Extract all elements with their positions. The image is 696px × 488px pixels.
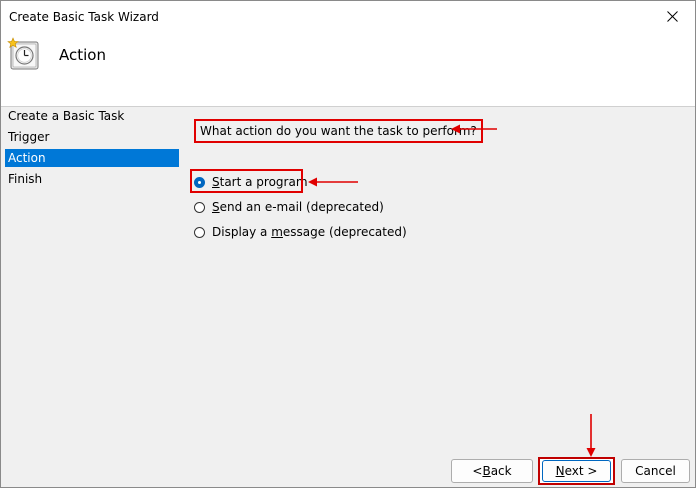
radio-send-email[interactable]: Send an e-mail (deprecated) (194, 197, 384, 217)
next-button[interactable]: Next > (542, 460, 611, 482)
radio-display-message[interactable]: Display a message (deprecated) (194, 222, 407, 242)
nav-item-create-basic-task[interactable]: Create a Basic Task (5, 107, 179, 125)
nav-item-finish[interactable]: Finish (5, 170, 179, 188)
arrow-left-icon (308, 177, 358, 187)
action-question: What action do you want the task to perf… (194, 119, 483, 143)
wizard-header: Action (1, 31, 695, 106)
radio-indicator[interactable] (194, 201, 205, 213)
page-title: Action (59, 46, 106, 64)
back-button[interactable]: < Back (451, 459, 533, 483)
radio-indicator[interactable] (194, 226, 205, 238)
wizard-window: Create Basic Task Wizard Action Create a… (0, 0, 696, 488)
highlight-start-program (190, 169, 303, 193)
title-bar: Create Basic Task Wizard (1, 1, 695, 31)
close-button[interactable] (649, 1, 695, 31)
arrow-down-icon (586, 414, 596, 457)
step-nav: Create a Basic Task Trigger Action Finis… (5, 107, 179, 188)
close-icon (666, 10, 678, 22)
cancel-button[interactable]: Cancel (621, 459, 690, 483)
window-title: Create Basic Task Wizard (9, 10, 159, 24)
next-button-highlight: Next > (538, 457, 615, 485)
clock-task-icon (7, 37, 39, 70)
radio-label-display-message: Display a message (deprecated) (212, 225, 407, 239)
arrow-left-icon (451, 124, 497, 134)
nav-item-action[interactable]: Action (5, 149, 179, 167)
nav-item-trigger[interactable]: Trigger (5, 128, 179, 146)
radio-label-send-email: Send an e-mail (deprecated) (212, 200, 384, 214)
